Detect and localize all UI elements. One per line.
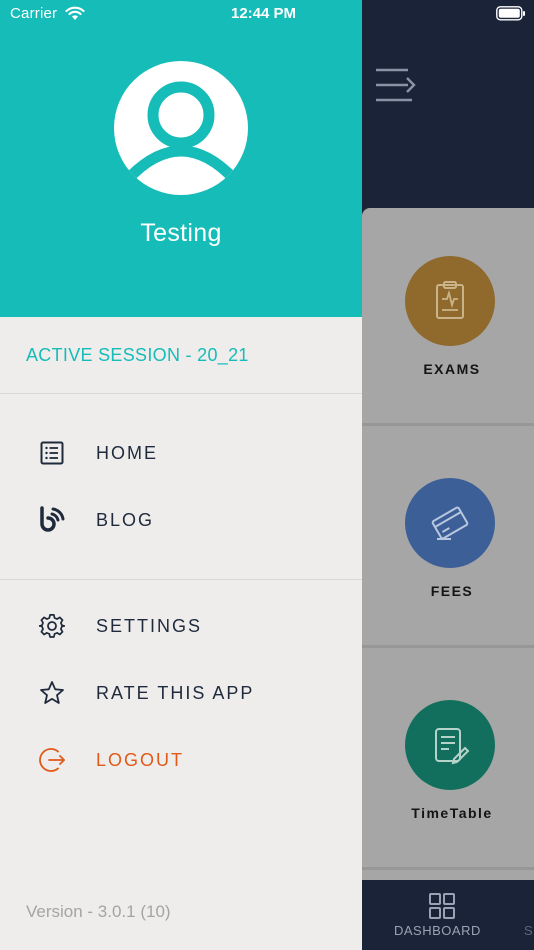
menu-item-home[interactable]: HOME bbox=[0, 428, 362, 478]
menu-item-label: LOGOUT bbox=[96, 749, 185, 770]
grid-icon bbox=[429, 893, 455, 919]
menu-item-label: RATE THIS APP bbox=[96, 682, 255, 703]
exams-label: EXAMS bbox=[423, 361, 481, 377]
fees-icon-circle bbox=[405, 478, 495, 568]
menu-item-blog[interactable]: BLOG bbox=[0, 495, 362, 545]
battery-icon bbox=[496, 6, 526, 25]
blog-icon bbox=[38, 506, 66, 534]
user-name: Testing bbox=[140, 219, 222, 247]
menu-item-label: SETTINGS bbox=[96, 615, 203, 636]
navigation-drawer: Testing ACTIVE SESSION - 20_21 HOME BLOG bbox=[0, 0, 362, 950]
tab-dashboard-label: DASHBOARD bbox=[394, 923, 481, 938]
clock-time: 12:44 PM bbox=[231, 5, 297, 22]
timetable-label: TimeTable bbox=[411, 805, 493, 821]
divider bbox=[0, 579, 362, 580]
gear-icon bbox=[38, 612, 66, 640]
menu-item-rate-app[interactable]: RATE THIS APP bbox=[0, 668, 362, 718]
exams-icon-circle bbox=[405, 256, 495, 346]
timetable-icon-circle bbox=[405, 700, 495, 790]
credit-card-icon bbox=[431, 506, 469, 540]
drawer-header: Testing bbox=[0, 0, 362, 317]
app-version: Version - 3.0.1 (10) bbox=[26, 902, 171, 921]
active-session-label[interactable]: ACTIVE SESSION - 20_21 bbox=[26, 345, 249, 366]
fees-card[interactable]: FEES bbox=[362, 430, 534, 648]
dashboard-cards: EXAMS FEES TimeTable bbox=[362, 208, 534, 880]
divider bbox=[0, 393, 362, 394]
exam-clipboard-icon bbox=[436, 281, 464, 319]
avatar[interactable] bbox=[114, 61, 248, 195]
menu-item-logout[interactable]: LOGOUT bbox=[0, 735, 362, 785]
wifi-icon bbox=[65, 6, 85, 25]
fees-label: FEES bbox=[430, 583, 474, 599]
star-icon bbox=[38, 679, 66, 707]
menu-item-settings[interactable]: SETTINGS bbox=[0, 601, 362, 651]
tab-partial-label[interactable]: S bbox=[524, 923, 533, 938]
bottom-tab-bar: DASHBOARD S bbox=[362, 880, 534, 950]
user-avatar-icon bbox=[122, 81, 240, 185]
status-bar: Carrier 12:44 PM bbox=[0, 0, 534, 28]
list-icon bbox=[38, 439, 66, 467]
timetable-card[interactable]: TimeTable bbox=[362, 652, 534, 870]
menu-toggle-icon[interactable] bbox=[374, 66, 416, 109]
logout-icon bbox=[38, 746, 66, 774]
exams-card[interactable]: EXAMS bbox=[362, 208, 534, 426]
carrier-label: Carrier bbox=[10, 5, 58, 22]
menu-item-label: HOME bbox=[96, 442, 158, 463]
menu-item-label: BLOG bbox=[96, 509, 155, 530]
timetable-note-icon bbox=[435, 728, 470, 765]
